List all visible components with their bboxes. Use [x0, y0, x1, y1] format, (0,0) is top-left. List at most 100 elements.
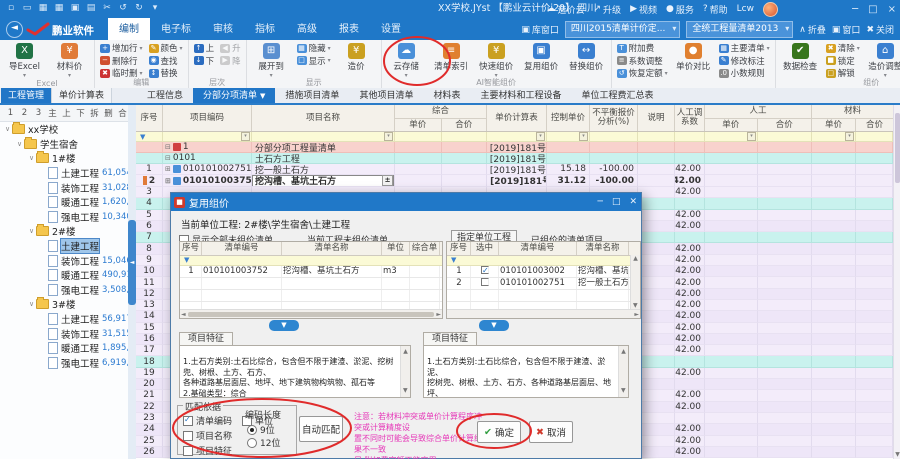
- grid-cell[interactable]: [856, 345, 893, 356]
- ribbon-button-main-list[interactable]: ▦主要清单▾: [717, 42, 772, 55]
- labor-unit-price-cell[interactable]: [705, 175, 758, 187]
- save-as-icon[interactable]: ▦: [53, 2, 65, 15]
- row-number-cell[interactable]: 26: [136, 447, 163, 458]
- grid-cell[interactable]: [638, 402, 675, 413]
- right-col-2[interactable]: 清单编号: [499, 242, 577, 255]
- composite-total-price-cell[interactable]: [442, 175, 487, 187]
- left-col-2[interactable]: 清单名称: [282, 242, 382, 255]
- grid-cell[interactable]: [758, 345, 812, 356]
- ribbon-tab-电子标[interactable]: 电子标: [150, 18, 202, 40]
- maximize-icon[interactable]: □: [868, 4, 877, 15]
- doc-tab-主要材料和工程设备[interactable]: 主要材料和工程设备: [470, 88, 571, 103]
- undo-icon[interactable]: ↺: [117, 2, 129, 15]
- grid-cell[interactable]: [758, 402, 812, 413]
- move-down-right-button[interactable]: ▼: [479, 320, 509, 331]
- close-icon[interactable]: ×: [888, 4, 896, 15]
- expander-icon[interactable]: ∨: [27, 227, 36, 235]
- left-col-4[interactable]: 综合单价: [410, 242, 440, 255]
- grid-cell[interactable]: [812, 356, 856, 367]
- tree-item-土建工程[interactable]: 土建工程61,054,25...: [0, 166, 128, 181]
- grid-cell[interactable]: [675, 198, 705, 209]
- grid-cell[interactable]: [638, 447, 675, 458]
- ribbon-button-price-compare[interactable]: ●单价对比: [672, 42, 715, 72]
- checkbox-checked-icon[interactable]: [183, 416, 193, 426]
- grid-cell[interactable]: [705, 368, 758, 379]
- grid-cell[interactable]: [705, 447, 758, 458]
- grid-cell[interactable]: [856, 232, 893, 243]
- tree-toolbar-button-3[interactable]: 3: [32, 108, 45, 118]
- grid-cell[interactable]: [638, 289, 675, 300]
- grid-cell[interactable]: [856, 198, 893, 209]
- grid-cell[interactable]: [856, 266, 893, 277]
- ribbon-button-list-index[interactable]: ≡清单索引: [430, 42, 473, 72]
- ribbon-button-surcharge[interactable]: T附加费: [615, 42, 670, 55]
- row-number-cell[interactable]: 25: [136, 436, 163, 447]
- grid-cell[interactable]: [758, 232, 812, 243]
- left-col-1[interactable]: 清单编号: [202, 242, 282, 255]
- radio-selected-icon[interactable]: [247, 425, 257, 435]
- item-name-editor[interactable]: 挖沟槽、基坑土石方±: [252, 175, 394, 187]
- collapse-ribbon-button[interactable]: ∧折叠: [799, 23, 826, 36]
- grid-cell[interactable]: [638, 390, 675, 401]
- col-name[interactable]: 项目名称: [252, 105, 395, 131]
- name-dropdown-icon[interactable]: ±: [382, 175, 393, 186]
- calc-table-cell[interactable]: [2019]181号: [487, 142, 547, 153]
- cell[interactable]: 挖沟槽、基坑土石方: [577, 266, 629, 277]
- tree-item-土建工程[interactable]: 土建工程: [0, 239, 128, 254]
- grid-cell[interactable]: [812, 368, 856, 379]
- row-number-cell[interactable]: 24: [136, 424, 163, 435]
- right-table-empty-row[interactable]: [447, 290, 640, 302]
- grid-cell[interactable]: [638, 266, 675, 277]
- grid-cell[interactable]: [758, 379, 812, 390]
- ribbon-button-cloud-store[interactable]: ☁云存储▾: [385, 42, 428, 79]
- material-unit-price-cell[interactable]: [812, 175, 856, 187]
- grid-cell[interactable]: [705, 300, 758, 311]
- grid-cell[interactable]: [812, 436, 856, 447]
- grid-cell[interactable]: [856, 436, 893, 447]
- grid-cell[interactable]: [758, 368, 812, 379]
- redo-icon[interactable]: ↻: [133, 2, 145, 15]
- filter-cell[interactable]: ▼: [136, 132, 163, 142]
- checkbox-icon[interactable]: [183, 431, 193, 441]
- grid-cell[interactable]: [812, 255, 856, 266]
- scroll-right-icon[interactable]: ►: [436, 311, 441, 318]
- control-price-cell[interactable]: [547, 142, 590, 153]
- ribbon-button-restore-quota[interactable]: ↺恢复定额▾: [615, 67, 670, 80]
- grid-cell[interactable]: [705, 402, 758, 413]
- filter-cell[interactable]: ▾: [812, 132, 856, 142]
- tree-item-装饰工程[interactable]: 装饰工程31,515,30...: [0, 326, 128, 341]
- row-number-cell[interactable]: [136, 153, 163, 164]
- tree-item-强电工程[interactable]: 强电工程3,508,563...: [0, 283, 128, 298]
- right-table-row[interactable]: 1010101003002挖沟槽、基坑土石方: [447, 266, 640, 278]
- ribbon-button-quick-price[interactable]: ¥快速组价▾: [475, 42, 518, 79]
- titlebar-help[interactable]: ?帮助: [703, 3, 728, 16]
- grid-cell[interactable]: [758, 311, 812, 322]
- ribbon-tab-审核[interactable]: 审核: [202, 18, 244, 40]
- left-table-hscrollbar[interactable]: ◄►: [180, 309, 442, 318]
- col-control-price[interactable]: 控制单价: [547, 105, 590, 131]
- grid-cell[interactable]: 42.00: [675, 289, 705, 300]
- cell[interactable]: 1: [447, 266, 471, 277]
- material-unit-price-cell[interactable]: [812, 142, 856, 153]
- new-icon[interactable]: ▫: [5, 2, 17, 15]
- cell[interactable]: 挖一般土石方: [577, 278, 629, 289]
- list-library-dropdown[interactable]: 全统工程量清单2013: [686, 21, 793, 38]
- item-code-cell[interactable]: ⊟1: [163, 142, 252, 153]
- row-number-cell[interactable]: 2: [136, 175, 163, 187]
- note-cell[interactable]: [638, 164, 675, 175]
- ribbon-button-decimal-rule[interactable]: .0小数规则: [717, 67, 772, 80]
- library-window-button[interactable]: ▣库窗口: [521, 23, 559, 36]
- labor-total-price-cell[interactable]: [758, 175, 812, 187]
- grid-cell[interactable]: [675, 232, 705, 243]
- left-col-3[interactable]: 单位: [382, 242, 410, 255]
- cell[interactable]: 010101003752: [202, 266, 282, 277]
- col-material-unit[interactable]: 单价: [812, 119, 856, 131]
- expander-icon[interactable]: ∨: [27, 300, 36, 308]
- grid-cell[interactable]: [856, 187, 893, 198]
- grid-cell[interactable]: [638, 187, 675, 198]
- grid-cell[interactable]: [758, 255, 812, 266]
- composite-unit-price-cell[interactable]: [395, 142, 442, 153]
- filter-cell[interactable]: [590, 132, 638, 142]
- cell[interactable]: [410, 266, 440, 277]
- calc-table-cell[interactable]: [2019]181号: [487, 164, 547, 175]
